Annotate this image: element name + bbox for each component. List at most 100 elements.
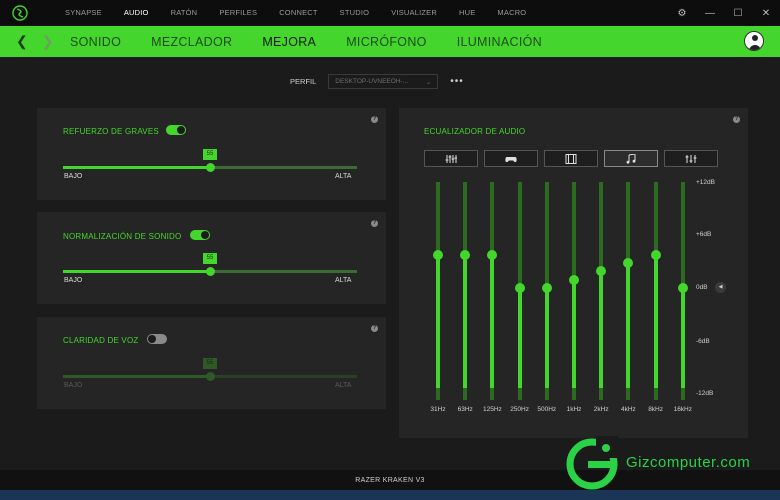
voice-clarity-slider[interactable]: 55 (63, 358, 357, 381)
eq-band-fill (517, 288, 522, 388)
tab-sonido[interactable]: SONIDO (70, 35, 135, 49)
db-label-minus12: -12dB (696, 390, 714, 397)
slider-high-label: ALTA (335, 382, 352, 389)
more-options-button[interactable]: ••• (450, 76, 464, 87)
eq-band-handle[interactable] (514, 283, 525, 293)
user-avatar-icon[interactable] (744, 31, 764, 51)
chevron-down-icon: ⌄ (425, 78, 432, 86)
nav-visualizer[interactable]: VISUALIZER (380, 0, 448, 26)
slider-handle[interactable] (206, 163, 215, 172)
nav-audio[interactable]: AUDIO (113, 0, 160, 26)
eq-band[interactable]: 1kHz (560, 182, 588, 413)
normalization-slider[interactable]: 55 (63, 253, 357, 276)
normalization-toggle[interactable] (190, 230, 210, 240)
tab-iluminacion[interactable]: ILUMINACIÓN (457, 35, 556, 49)
preset-sliders-icon[interactable] (424, 150, 478, 167)
minimize-button[interactable]: — (696, 8, 724, 19)
eq-band[interactable]: 16kHz (669, 182, 697, 413)
history-arrows: ❮ ❯ (16, 33, 64, 50)
normalization-title: NORMALIZACIÓN DE SONIDO (63, 232, 182, 241)
tab-microfono[interactable]: MICRÓFONO (346, 35, 440, 49)
nav-macro[interactable]: MACRO (486, 0, 537, 26)
avatar-body (749, 45, 761, 50)
nav-hue[interactable]: HUE (448, 0, 486, 26)
app-window: SYNAPSE AUDIO RATÓN PERFILES CONNECT STU… (0, 0, 780, 490)
eq-band-handle[interactable] (569, 274, 579, 285)
eq-band-handle[interactable] (433, 249, 443, 260)
profile-selected-value: DESKTOP-UVNEEOH-... (335, 78, 409, 85)
eq-band-handle[interactable] (460, 249, 471, 260)
sub-nav: ❮ ❯ SONIDO MEZCLADOR MEJORA MICRÓFONO IL… (0, 26, 780, 57)
eq-band[interactable]: 250Hz (506, 182, 534, 413)
maximize-button[interactable]: ☐ (724, 8, 752, 19)
db-label-plus6: +6dB (696, 231, 712, 238)
gear-icon[interactable]: ⚙ (668, 8, 696, 19)
nav-perfiles[interactable]: PERFILES (208, 0, 268, 26)
bass-boost-title: REFUERZO DE GRAVES (63, 127, 159, 136)
toggle-knob (201, 231, 209, 239)
nav-studio[interactable]: STUDIO (329, 0, 381, 26)
eq-presets (424, 150, 718, 167)
sub-tabs: SONIDO MEZCLADOR MEJORA MICRÓFONO ILUMIN… (70, 35, 572, 49)
eq-band[interactable]: 2kHz (587, 182, 615, 413)
eq-band[interactable]: 125Hz (478, 182, 506, 413)
help-icon[interactable]: ? (371, 220, 378, 227)
forward-arrow-icon[interactable]: ❯ (42, 33, 54, 50)
eq-band[interactable]: 4kHz (614, 182, 642, 413)
eq-band[interactable]: 31Hz (424, 182, 452, 413)
bass-boost-slider[interactable]: 55 (63, 149, 357, 172)
eq-band-handle[interactable] (487, 249, 498, 260)
profile-label: PERFIL (290, 77, 317, 86)
voice-clarity-toggle[interactable] (147, 334, 167, 344)
db-label-minus6: -6dB (696, 338, 710, 345)
eq-band-handle[interactable] (541, 283, 552, 293)
bass-boost-card: ? REFUERZO DE GRAVES 55 BAJO ALTA (37, 108, 386, 200)
help-icon[interactable]: ? (733, 116, 740, 123)
voice-clarity-title: CLARIDAD DE VOZ (63, 336, 139, 345)
eq-band[interactable]: 63Hz (451, 182, 479, 413)
profile-dropdown[interactable]: DESKTOP-UVNEEOH-... ⌄ (328, 74, 439, 89)
nav-synapse[interactable]: SYNAPSE (54, 0, 113, 26)
nav-connect[interactable]: CONNECT (268, 0, 328, 26)
help-icon[interactable]: ? (371, 116, 378, 123)
eq-band-fill (626, 263, 631, 388)
slider-handle[interactable] (206, 267, 215, 276)
razer-logo-icon[interactable] (0, 0, 40, 26)
bass-boost-toggle[interactable] (166, 125, 186, 135)
profile-row: PERFIL DESKTOP-UVNEEOH-... ⌄ ••• (290, 74, 464, 89)
tab-mezclador[interactable]: MEZCLADOR (151, 35, 246, 49)
eq-band-handle[interactable] (623, 258, 634, 268)
back-arrow-icon[interactable]: ❮ (16, 33, 28, 50)
eq-band-fill (463, 254, 468, 388)
preset-film-icon[interactable] (544, 150, 598, 167)
eq-reset-arrow-icon[interactable]: ◀ (715, 282, 726, 293)
watermark-text: Gizcomputer.com (626, 454, 751, 471)
slider-value: 55 (203, 253, 217, 264)
eq-band-fill (544, 288, 549, 388)
slider-low-label: BAJO (64, 173, 83, 180)
slider-fill (63, 270, 210, 273)
help-icon[interactable]: ? (371, 325, 378, 332)
preset-gamepad-icon[interactable] (484, 150, 538, 167)
eq-band-handle[interactable] (677, 283, 688, 293)
preset-music-icon[interactable] (604, 150, 658, 167)
eq-band-handle[interactable] (596, 266, 607, 277)
avatar-head (752, 35, 758, 41)
preset-custom-eq-icon[interactable] (664, 150, 718, 167)
slider-handle[interactable] (206, 372, 215, 381)
slider-value: 55 (203, 149, 217, 160)
equalizer-title: ECUALIZADOR DE AUDIO (424, 127, 526, 136)
slider-fill (63, 166, 210, 169)
eq-band-fill (490, 254, 495, 388)
nav-raton[interactable]: RATÓN (160, 0, 209, 26)
eq-band[interactable]: 8kHz (642, 182, 670, 413)
eq-band-fill (599, 271, 604, 388)
eq-band-handle[interactable] (650, 249, 661, 260)
eq-band-label: 16kHz (673, 406, 693, 413)
close-button[interactable]: ✕ (752, 8, 780, 19)
slider-low-label: BAJO (64, 277, 83, 284)
toggle-knob (148, 335, 156, 343)
slider-low-label: BAJO (64, 382, 83, 389)
eq-band[interactable]: 500Hz (533, 182, 561, 413)
tab-mejora[interactable]: MEJORA (262, 35, 330, 49)
